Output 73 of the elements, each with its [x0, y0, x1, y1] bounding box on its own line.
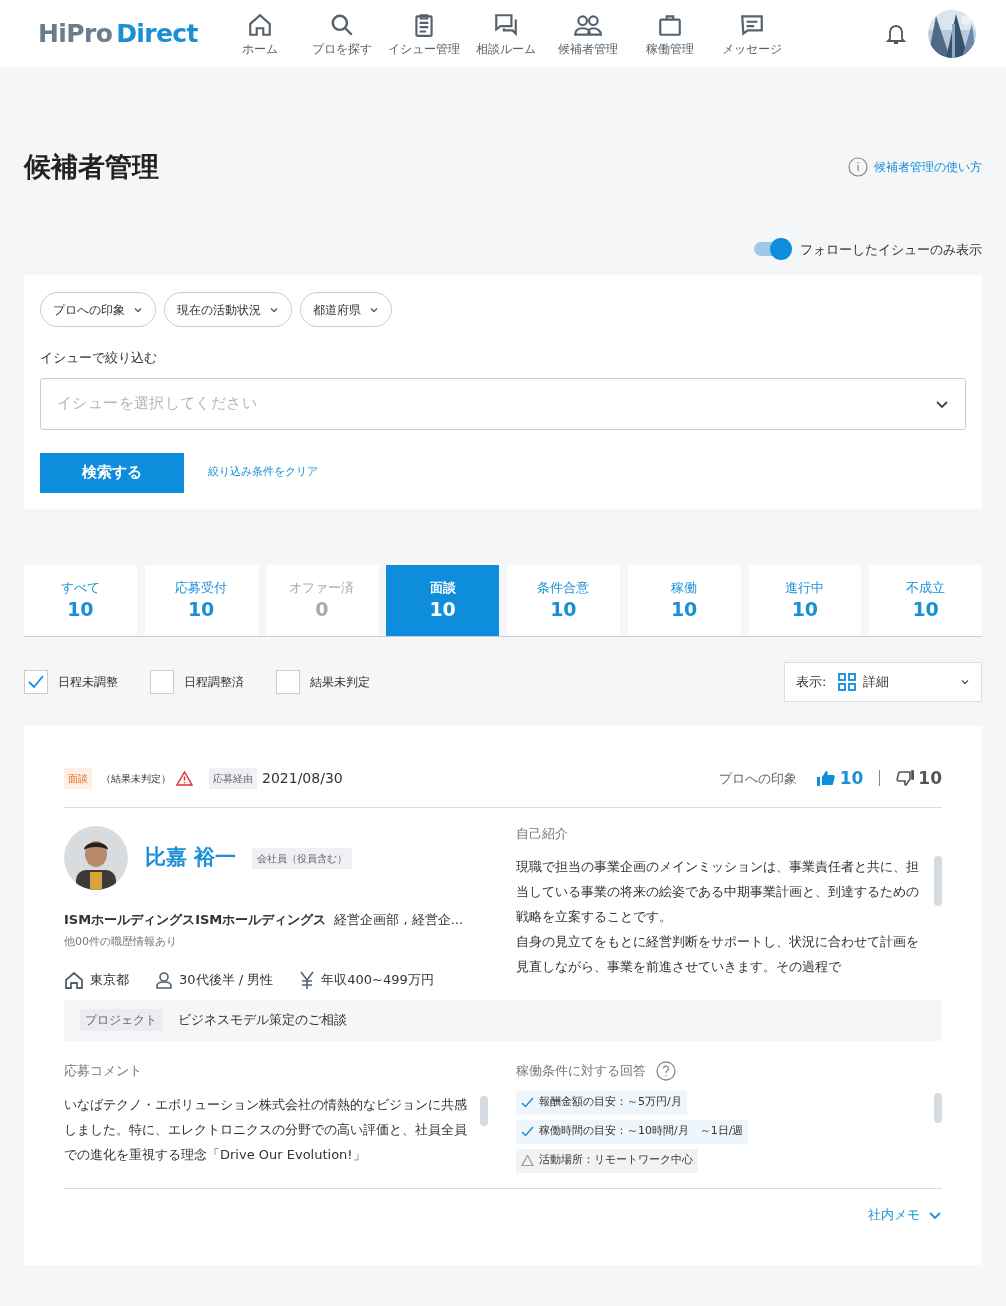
section-label: 応募コメント — [64, 1061, 143, 1080]
status-tab[interactable]: 不成立 10 — [869, 564, 982, 636]
comment-text: いなばテクノ・エボリューション株式会社の情熱的なビジョンに共感しました。特に、エレクトロニクスの分野での高い評価と、社員全員での進化を重視する理念「Drive Our Evolution!」 — [64, 1096, 468, 1164]
checkbox-label: 日程未調整 — [58, 673, 118, 691]
condition-chip: 活動場所：リモートワーク中心 — [516, 1148, 698, 1173]
checkbox-label: 結果未判定 — [310, 673, 370, 691]
like-count: 10 — [839, 766, 864, 790]
section-label: 稼働条件に対する回答 — [516, 1061, 646, 1080]
checkbox[interactable] — [150, 669, 174, 694]
checkbox[interactable] — [276, 669, 300, 694]
status-tab[interactable]: すべて 10 — [24, 564, 137, 636]
status-tab[interactable]: 面談 10 — [386, 564, 499, 636]
page-title: 候補者管理 — [24, 150, 159, 184]
status-tab[interactable]: 条件合意 10 — [507, 564, 620, 636]
age-gender-text: 30代後半 / 男性 — [179, 971, 274, 989]
checkbox[interactable] — [24, 669, 48, 694]
search-button[interactable]: 検索する — [40, 452, 184, 493]
info-icon — [848, 157, 868, 178]
condition-chip: 稼働時間の目安：～10時間/月 ～1日/週 — [516, 1119, 749, 1144]
thumbs-down-icon — [896, 770, 915, 787]
nav-item[interactable]: プロを探す — [301, 9, 382, 58]
project-tag: プロジェクト — [80, 1009, 162, 1031]
status-tab[interactable]: 進行中 10 — [748, 564, 862, 636]
career-note: 他00件の職歴情報あり — [64, 933, 178, 950]
bell-icon[interactable] — [886, 22, 906, 45]
field-label: イシューで絞り込む — [40, 349, 158, 367]
check-icon — [521, 1125, 534, 1138]
scrollbar[interactable] — [480, 1096, 488, 1126]
project-title[interactable]: ビジネスモデル策定のご相談 — [178, 1010, 347, 1030]
nav-item[interactable]: イシュー管理 — [383, 9, 464, 58]
scrollbar[interactable] — [934, 1092, 942, 1123]
employment-tag: 会社員（役員含む） — [252, 847, 353, 869]
condition-chip: 報酬金額の目安：～5万円/月 — [516, 1090, 687, 1115]
section-label: 自己紹介 — [516, 825, 569, 843]
issue-select[interactable]: イシューを選択してください — [40, 377, 966, 430]
intro-text: 現職で担当の事業企画のメインミッションは、事業責任者と共に、担当している事業の将来の絵姿である中期事業計画と、到達するための戦略を立案することです。 — [516, 857, 920, 926]
thumbs-up-icon — [816, 770, 835, 787]
help-link[interactable]: 候補者管理の使い方 — [848, 157, 982, 178]
toggle-label: フォローしたイシューのみ表示 — [800, 240, 982, 259]
nav-item[interactable]: ホーム — [219, 9, 300, 58]
location-text: 東京都 — [90, 971, 129, 989]
company-name: ISMホールディングスISMホールディングス — [64, 911, 327, 929]
dislike-count: 10 — [918, 766, 942, 790]
intro-text: 自身の見立てをもとに経営判断をサポートし、状況に合わせて計画を見直しながら、事業を前進させていきます。その過程で — [516, 932, 920, 976]
scrollbar[interactable] — [934, 855, 942, 906]
grid-icon — [838, 672, 857, 691]
income-text: 年収400~499万円 — [321, 971, 434, 989]
clear-link[interactable]: 絞り込み条件をクリア — [208, 464, 318, 481]
nav-item[interactable]: 相談ルーム — [465, 9, 546, 58]
check-icon — [521, 1096, 534, 1109]
home-icon — [246, 11, 273, 38]
status-tab[interactable]: 稼働 10 — [627, 564, 741, 636]
candidate-name[interactable]: 比嘉 裕一 — [145, 842, 237, 874]
person-icon — [155, 970, 173, 989]
logo[interactable]: HiPro Direct — [38, 14, 198, 53]
memo-link[interactable]: 社内メモ — [868, 1205, 942, 1225]
view-select[interactable]: 表示: 詳細 — [784, 661, 982, 702]
triangle-icon — [521, 1154, 534, 1167]
nav-item[interactable]: 稼働管理 — [629, 9, 710, 58]
home-icon — [64, 970, 84, 989]
status-note: （結果未判定） — [101, 771, 171, 786]
nav-item[interactable]: 候補者管理 — [547, 9, 628, 58]
application-date: 2021/08/30 — [262, 768, 343, 788]
status-tag: 面談 — [64, 767, 92, 789]
checkbox-label: 日程調整済 — [184, 673, 244, 691]
nav-item[interactable]: メッセージ — [711, 9, 792, 58]
help-icon[interactable] — [656, 1060, 676, 1081]
yen-icon — [299, 970, 316, 989]
chat-icon — [492, 11, 519, 38]
status-tab[interactable]: 応募受付 10 — [144, 564, 258, 636]
route-tag: 応募経由 — [209, 767, 257, 789]
impression-label: プロへの印象 — [718, 769, 797, 788]
department-text: 経営企画部 , 経営企... — [334, 911, 464, 929]
